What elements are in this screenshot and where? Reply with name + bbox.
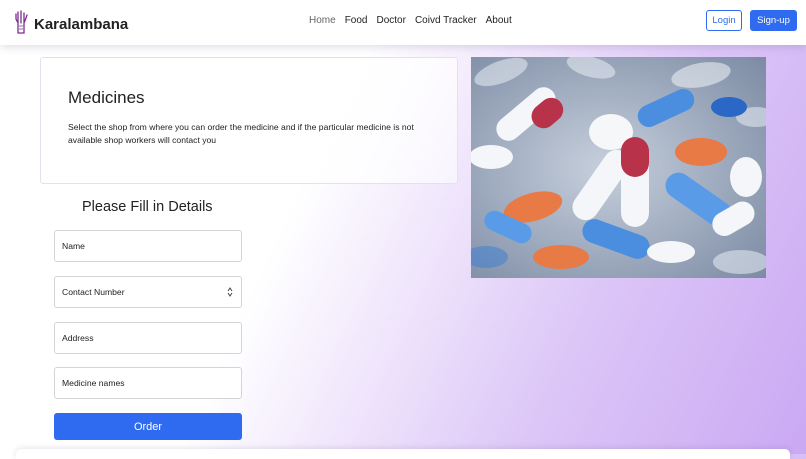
name-input[interactable]: Name	[54, 230, 242, 262]
medicine-names-input[interactable]: Medicine names	[54, 367, 242, 399]
login-button[interactable]: Login	[706, 10, 742, 31]
address-input[interactable]: Address	[54, 322, 242, 354]
pills-photo	[471, 57, 766, 278]
pills-illustration	[471, 57, 766, 278]
contact-number-input[interactable]: Contact Number	[54, 276, 242, 308]
hand-icon	[13, 10, 29, 39]
nav-item-covid-tracker[interactable]: Coivd Tracker	[415, 15, 477, 26]
card-title: Medicines	[68, 88, 145, 107]
card-description: Select the shop from where you can order…	[68, 122, 414, 145]
brand-name: Karalambana	[34, 16, 129, 33]
top-navbar: Karalambana Home Food Doctor Coivd Track…	[0, 0, 806, 45]
signup-button[interactable]: Sign-up	[750, 10, 797, 31]
nav-item-doctor[interactable]: Doctor	[376, 15, 405, 26]
medicines-info-card: Medicines Select the shop from where you…	[40, 57, 458, 184]
main-nav: Home Food Doctor Coivd Tracker About	[309, 15, 521, 26]
nav-item-food[interactable]: Food	[345, 15, 368, 26]
stepper-icon[interactable]	[227, 286, 233, 298]
footer-panel	[16, 449, 790, 459]
brand-logo[interactable]: Karalambana	[13, 10, 128, 39]
contact-number-placeholder: Contact Number	[62, 287, 125, 297]
order-button[interactable]: Order	[54, 413, 242, 440]
nav-item-home[interactable]: Home	[309, 15, 336, 26]
form-title: Please Fill in Details	[82, 199, 213, 215]
nav-item-about[interactable]: About	[486, 15, 512, 26]
